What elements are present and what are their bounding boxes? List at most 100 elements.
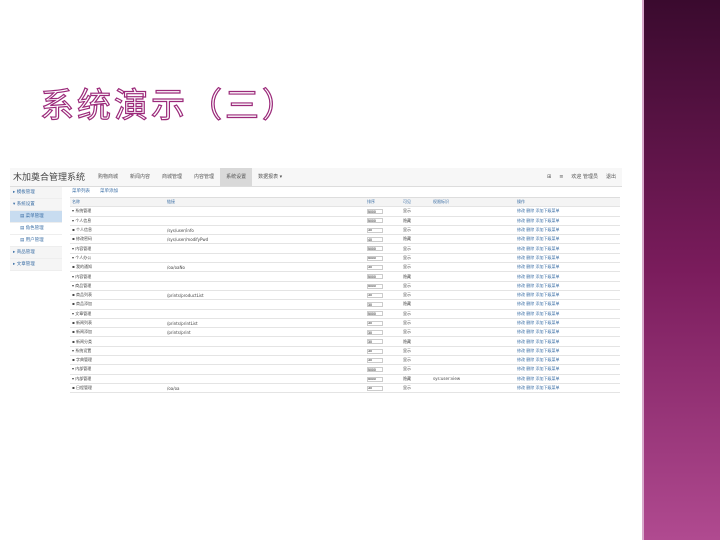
menu-name[interactable]: ▪ 新闻添加 bbox=[70, 327, 165, 338]
navbar-right-item[interactable]: 退出 bbox=[606, 168, 616, 186]
menu-name[interactable]: ▾ 内部管理 bbox=[70, 364, 165, 375]
sort-input[interactable] bbox=[367, 357, 383, 363]
sort-input[interactable] bbox=[367, 255, 383, 261]
row-actions[interactable]: 修改 删除 添加下级菜单 bbox=[515, 234, 620, 245]
table-cell bbox=[165, 271, 365, 282]
sort-input[interactable] bbox=[367, 246, 383, 252]
sort-input[interactable] bbox=[367, 209, 383, 215]
table-row: ▪ 个人信息/sys/user/info 显示 修改 删除 添加下级菜单 bbox=[70, 225, 620, 236]
row-actions[interactable]: 修改 删除 添加下级菜单 bbox=[515, 290, 620, 301]
sort-input[interactable] bbox=[367, 330, 383, 336]
table-row: ▾ 系统设置 显示 修改 删除 添加下级菜单 bbox=[70, 346, 620, 357]
row-actions[interactable]: 修改 删除 添加下级菜单 bbox=[515, 309, 620, 319]
sort-input[interactable] bbox=[367, 320, 383, 326]
sort-input[interactable] bbox=[367, 376, 383, 382]
row-actions[interactable]: 修改 删除 添加下级菜单 bbox=[515, 262, 620, 273]
table-cell bbox=[431, 216, 515, 226]
menu-name[interactable]: ▾ 系统管理 bbox=[70, 206, 165, 217]
nav-item[interactable]: 新闻内容 bbox=[124, 168, 156, 186]
menu-name[interactable]: ▾ 内容管理 bbox=[70, 271, 165, 282]
menu-name[interactable]: ▪ 我的通知 bbox=[70, 262, 165, 273]
row-actions[interactable]: 修改 删除 添加下级菜单 bbox=[515, 206, 620, 217]
row-actions[interactable]: 修改 删除 添加下级菜单 bbox=[515, 336, 620, 347]
row-actions[interactable]: 修改 删除 添加下级菜单 bbox=[515, 364, 620, 375]
row-actions[interactable]: 修改 删除 添加下级菜单 bbox=[515, 243, 620, 254]
sort-input[interactable] bbox=[367, 283, 383, 289]
sort-input[interactable] bbox=[367, 292, 383, 298]
sort-input[interactable] bbox=[367, 218, 383, 224]
table-row: ▾ 商品管理 显示 修改 删除 添加下级菜单 bbox=[70, 281, 620, 291]
table-cell: 显示 bbox=[401, 309, 431, 319]
row-actions[interactable]: 修改 删除 添加下级菜单 bbox=[515, 253, 620, 264]
row-actions[interactable]: 修改 删除 添加下级菜单 bbox=[515, 383, 620, 394]
row-actions[interactable]: 修改 删除 添加下级菜单 bbox=[515, 355, 620, 366]
slide-title: 系统演示（三） bbox=[39, 85, 299, 126]
table-cell bbox=[431, 262, 515, 273]
sort-input[interactable] bbox=[367, 274, 383, 280]
table-cell bbox=[431, 253, 515, 264]
row-actions[interactable]: 修改 删除 添加下级菜单 bbox=[515, 299, 620, 310]
menu-name[interactable]: ▪ 新闻分类 bbox=[70, 336, 165, 347]
menu-name[interactable]: ▪ 字典管理 bbox=[70, 355, 165, 366]
navbar-right-item[interactable]: ≡ bbox=[559, 168, 563, 186]
menu-name[interactable]: ▪ 日程管理 bbox=[70, 383, 165, 394]
sort-input[interactable] bbox=[367, 237, 383, 243]
row-actions[interactable]: 修改 删除 添加下级菜单 bbox=[515, 271, 620, 282]
sort-input[interactable] bbox=[367, 385, 383, 391]
table-cell bbox=[165, 281, 365, 291]
nav-item[interactable]: 商城管理 bbox=[156, 168, 188, 186]
row-actions[interactable]: 修改 删除 添加下级菜单 bbox=[515, 281, 620, 291]
menu-name[interactable]: ▾ 内容管理 bbox=[70, 243, 165, 254]
menu-name[interactable]: ▪ 修改密码 bbox=[70, 234, 165, 245]
row-actions[interactable]: 修改 删除 添加下级菜单 bbox=[515, 327, 620, 338]
nav-item[interactable]: 内容管理 bbox=[188, 168, 220, 186]
menu-name[interactable]: ▪ 商品添加 bbox=[70, 299, 165, 310]
menu-name[interactable]: ▪ 个人信息 bbox=[70, 225, 165, 236]
menu-table: 名称链接排序可见权限标识操作 ▾ 系统管理显示修改 删除 添加下级菜单 ▾ 个人… bbox=[70, 198, 620, 394]
table-row: ▪ 新闻分类 隐藏 修改 删除 添加下级菜单 bbox=[70, 336, 620, 347]
menu-name[interactable]: ▾ 商品管理 bbox=[70, 281, 165, 291]
row-actions[interactable]: 修改 删除 添加下级菜单 bbox=[515, 374, 620, 384]
app-brand[interactable]: 木加奠合管理系统 bbox=[13, 170, 85, 183]
menu-name[interactable]: ▪ 新闻列表 bbox=[70, 318, 165, 329]
sidebar-item[interactable]: ▤ 用户管理 bbox=[10, 235, 62, 247]
sidebar-item[interactable]: ▤ 角色管理 bbox=[10, 223, 62, 235]
sidebar-item[interactable]: ▾ 系统设置 bbox=[10, 199, 62, 211]
navbar-right: ⊞ ≡ 欢迎 管理员 退出 bbox=[547, 168, 616, 186]
table-row: ▪ 新闻添加/prints/print 显示 修改 删除 添加下级菜单 bbox=[70, 327, 620, 338]
table-cell: 隐藏 bbox=[401, 216, 431, 226]
navbar-right-item[interactable]: 欢迎 管理员 bbox=[571, 168, 598, 186]
sort-input[interactable] bbox=[367, 227, 383, 233]
row-actions[interactable]: 修改 删除 添加下级菜单 bbox=[515, 346, 620, 357]
sort-input[interactable] bbox=[367, 302, 383, 308]
sidebar-item[interactable]: ▤ 菜单管理 bbox=[10, 211, 62, 223]
sort-cell bbox=[365, 318, 401, 329]
nav-item[interactable]: 系统设置 bbox=[220, 168, 253, 186]
menu-name[interactable]: ▾ 文章管理 bbox=[70, 309, 165, 319]
menu-name[interactable]: ▪ 商品列表 bbox=[70, 290, 165, 301]
sort-input[interactable] bbox=[367, 264, 383, 270]
nav-item[interactable]: 数据报表 ▾ bbox=[252, 168, 288, 186]
row-actions[interactable]: 修改 删除 添加下级菜单 bbox=[515, 216, 620, 226]
sidebar-item[interactable]: ▸ 模板管理 bbox=[10, 187, 62, 199]
sidebar: ▸ 模板管理 ▾ 系统设置 ▤ 菜单管理 ▤ 角色管理 ▤ 用户管理 ▸ 商品管理 ▸ 文章… bbox=[10, 187, 62, 426]
sort-input[interactable] bbox=[367, 339, 383, 345]
sidebar-item[interactable]: ▸ 文章管理 bbox=[10, 259, 62, 271]
menu-name[interactable]: ▾ 内部管理 bbox=[70, 374, 165, 384]
menu-name[interactable]: ▾ 系统设置 bbox=[70, 346, 165, 357]
sort-input[interactable] bbox=[367, 367, 383, 373]
tab[interactable]: 菜单添加 bbox=[100, 187, 118, 197]
sort-input[interactable] bbox=[367, 348, 383, 354]
table-cell: 显示 bbox=[401, 355, 431, 366]
menu-name[interactable]: ▾ 个人信息 bbox=[70, 216, 165, 226]
table-row: ▪ 我的通知/oa/oaNo 显示 修改 删除 添加下级菜单 bbox=[70, 262, 620, 273]
menu-name[interactable]: ▾ 个人办公 bbox=[70, 253, 165, 264]
navbar-right-item[interactable]: ⊞ bbox=[547, 168, 551, 186]
nav-item[interactable]: 购物商城 bbox=[92, 168, 124, 186]
sort-input[interactable] bbox=[367, 311, 383, 317]
row-actions[interactable]: 修改 删除 添加下级菜单 bbox=[515, 318, 620, 329]
table-cell bbox=[431, 336, 515, 347]
tab[interactable]: 菜单列表 bbox=[72, 187, 90, 197]
sidebar-item[interactable]: ▸ 商品管理 bbox=[10, 247, 62, 259]
row-actions[interactable]: 修改 删除 添加下级菜单 bbox=[515, 225, 620, 236]
